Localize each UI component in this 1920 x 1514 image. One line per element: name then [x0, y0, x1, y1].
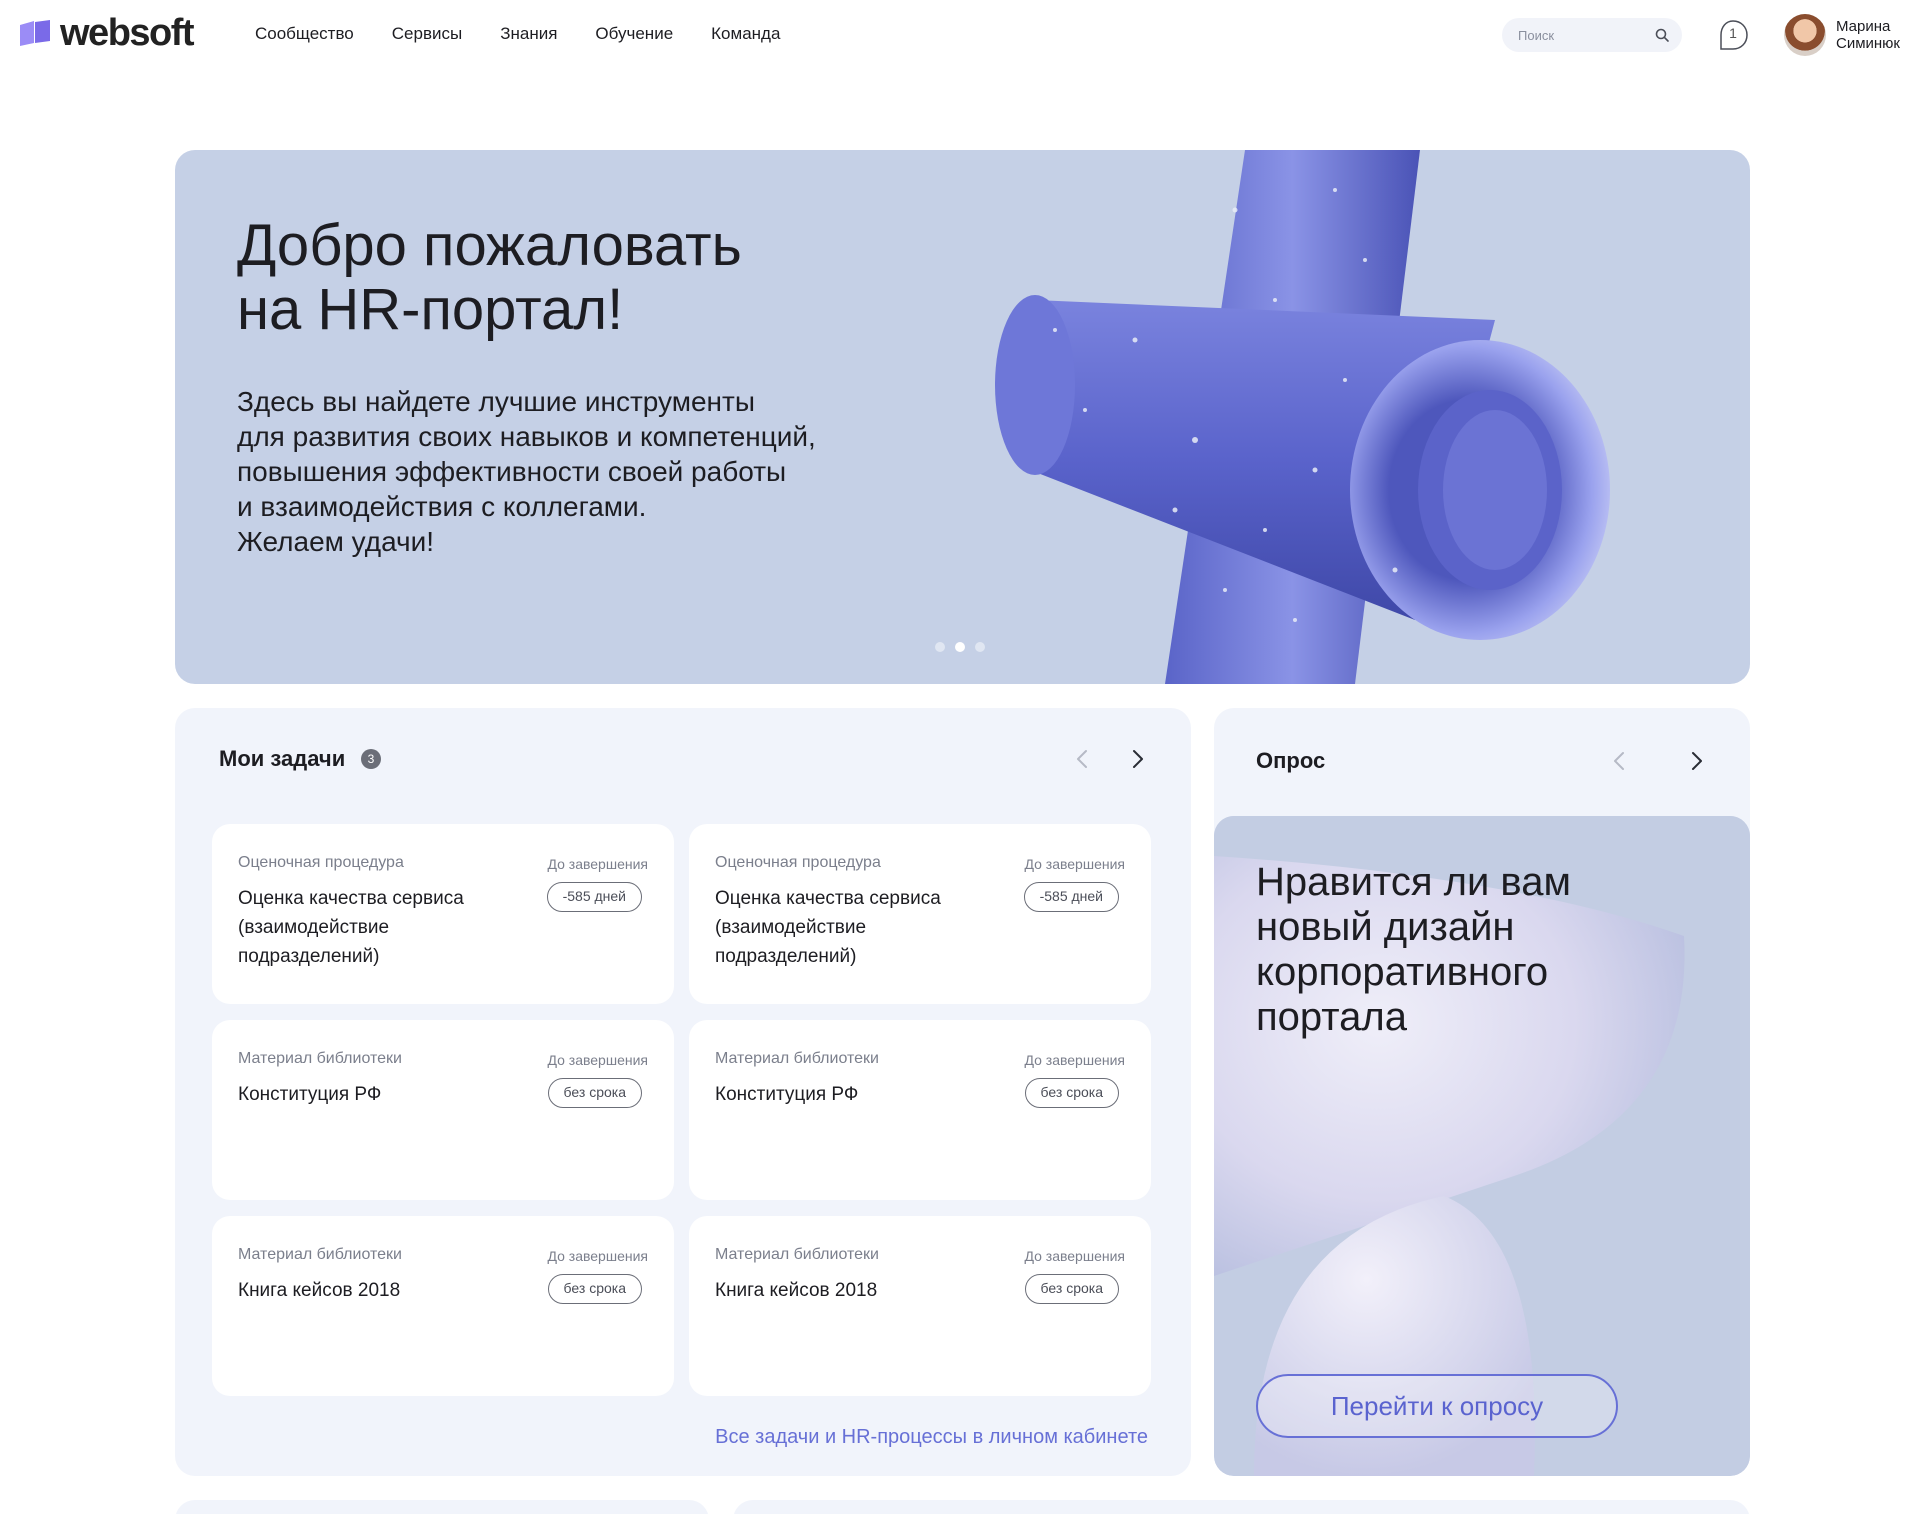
- task-type: Материал библиотеки: [715, 1050, 879, 1067]
- hero-banner: Добро пожаловать на HR-портал! Здесь вы …: [175, 150, 1750, 684]
- hero-title-line-2: на HR-портал!: [237, 277, 624, 342]
- next-section-right: [733, 1500, 1750, 1514]
- task-card[interactable]: Материал библиотеки До завершения Книга …: [689, 1216, 1151, 1396]
- notifications-button[interactable]: 1: [1716, 18, 1750, 52]
- search-icon[interactable]: [1654, 27, 1670, 43]
- chevron-right-icon: [1692, 752, 1702, 770]
- logo-mark-icon: [20, 20, 50, 46]
- task-type: Оценочная процедура: [715, 854, 881, 871]
- task-card[interactable]: Материал библиотеки До завершения Консти…: [212, 1020, 674, 1200]
- carousel-dot-3[interactable]: [975, 642, 985, 652]
- survey-card: Нравится ли вам новый дизайн корпоративн…: [1214, 816, 1750, 1476]
- carousel-dot-1[interactable]: [935, 642, 945, 652]
- survey-question: Нравится ли вам новый дизайн корпоративн…: [1256, 860, 1571, 1039]
- deadline-badge: -585 дней: [546, 882, 642, 912]
- task-type: Материал библиотеки: [238, 1050, 402, 1067]
- hero-illustration: [995, 150, 1610, 684]
- tasks-title: Мои задачи: [219, 746, 346, 771]
- task-card[interactable]: Материал библиотеки До завершения Книга …: [212, 1216, 674, 1396]
- task-card[interactable]: Материал библиотеки До завершения Консти…: [689, 1020, 1151, 1200]
- deadline-label: До завершения: [1024, 1052, 1125, 1068]
- chevron-left-icon: [1614, 752, 1624, 770]
- deadline-badge: без срока: [547, 1274, 642, 1304]
- next-section-left: [175, 1500, 709, 1514]
- task-card[interactable]: Оценочная процедура До завершения Оценка…: [212, 824, 674, 1004]
- hero-text-line: Желаем удачи!: [237, 526, 435, 557]
- hero-title: Добро пожаловать на HR-портал!: [237, 214, 937, 342]
- deadline-label: До завершения: [547, 1248, 648, 1264]
- hero-description: Здесь вы найдете лучшие инструменты для …: [237, 384, 957, 559]
- task-name: Книга кейсов 2018: [715, 1280, 878, 1301]
- deadline-badge: без срока: [1024, 1274, 1119, 1304]
- survey-panel: Опрос Нравится ли вам новый дизайн корпо…: [1214, 708, 1750, 1476]
- notification-count: 1: [1729, 25, 1737, 41]
- hero-text-line: для развития своих навыков и компетенций…: [237, 421, 816, 452]
- task-name: Книга кейсов 2018: [238, 1280, 401, 1301]
- survey-prev-button[interactable]: [1606, 747, 1634, 775]
- hero-text-line: повышения эффективности своей работы: [237, 456, 787, 487]
- tasks-next-button[interactable]: [1123, 745, 1151, 773]
- carousel-dot-2[interactable]: [955, 642, 965, 652]
- survey-next-button[interactable]: [1682, 747, 1710, 775]
- deadline-badge: без срока: [1024, 1078, 1119, 1108]
- task-type: Материал библиотеки: [715, 1246, 879, 1263]
- main-nav: Сообщество Сервисы Знания Обучение Коман…: [255, 24, 780, 44]
- deadline-badge: без срока: [547, 1078, 642, 1108]
- nav-item-community[interactable]: Сообщество: [255, 24, 354, 44]
- logo[interactable]: websoft: [18, 12, 195, 54]
- nav-item-services[interactable]: Сервисы: [392, 24, 462, 44]
- top-header: websoft Сообщество Сервисы Знания Обучен…: [0, 0, 1920, 72]
- my-tasks-panel: Мои задачи 3 Оценочная процедура До заве…: [175, 708, 1191, 1476]
- deadline-label: До завершения: [547, 1052, 648, 1068]
- deadline-label: До завершения: [1024, 1248, 1125, 1264]
- hero-text-line: и взаимодействия с коллегами.: [237, 491, 647, 522]
- user-first-name: Марина: [1836, 18, 1891, 35]
- task-name: Оценка качества сервиса (взаимодействие …: [238, 888, 464, 967]
- tasks-count-badge: 3: [361, 749, 381, 769]
- search-input[interactable]: [1518, 18, 1648, 52]
- carousel-dots: [935, 642, 985, 652]
- logo-text: websoft: [60, 12, 195, 54]
- go-to-survey-button[interactable]: Перейти к опросу: [1256, 1374, 1618, 1438]
- task-name: Конституция РФ: [238, 1084, 382, 1105]
- hero-title-line-1: Добро пожаловать: [237, 213, 742, 278]
- hero-text-line: Здесь вы найдете лучшие инструменты: [237, 386, 755, 417]
- search-box: [1502, 18, 1682, 52]
- user-profile[interactable]: Марина Симинюк: [1784, 14, 1920, 56]
- user-name: Марина Симинюк: [1836, 18, 1920, 52]
- nav-item-learning[interactable]: Обучение: [595, 24, 673, 44]
- deadline-label: До завершения: [1024, 856, 1125, 872]
- task-name: Конституция РФ: [715, 1084, 859, 1105]
- task-type: Оценочная процедура: [238, 854, 404, 871]
- all-tasks-link[interactable]: Все задачи и HR-процессы в личном кабине…: [715, 1426, 1148, 1449]
- nav-item-knowledge[interactable]: Знания: [500, 24, 557, 44]
- deadline-label: До завершения: [547, 856, 648, 872]
- chevron-right-icon: [1133, 750, 1143, 768]
- chevron-left-icon: [1077, 750, 1087, 768]
- task-name: Оценка качества сервиса (взаимодействие …: [715, 888, 941, 967]
- survey-title: Опрос: [1256, 748, 1326, 773]
- deadline-badge: -585 дней: [1023, 882, 1119, 912]
- nav-item-team[interactable]: Команда: [711, 24, 780, 44]
- avatar[interactable]: [1784, 14, 1826, 56]
- user-last-name: Симинюк: [1836, 35, 1900, 52]
- task-card[interactable]: Оценочная процедура До завершения Оценка…: [689, 824, 1151, 1004]
- task-type: Материал библиотеки: [238, 1246, 402, 1263]
- tasks-prev-button[interactable]: [1069, 745, 1097, 773]
